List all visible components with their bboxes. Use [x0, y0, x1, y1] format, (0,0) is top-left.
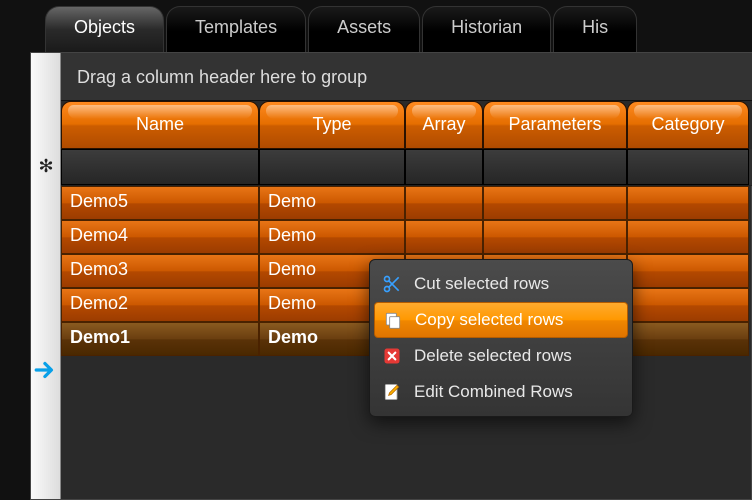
cell-type[interactable]: Demo [259, 220, 405, 254]
tab-label: Templates [195, 17, 277, 38]
cell-array[interactable] [405, 186, 483, 220]
cell-category[interactable] [627, 186, 749, 220]
menu-item-delete[interactable]: Delete selected rows [374, 338, 628, 374]
cell-name[interactable]: Demo1 [61, 322, 259, 356]
column-header-label: Category [651, 114, 724, 134]
tabstrip: Objects Templates Assets Historian His [45, 6, 637, 52]
column-header-parameters[interactable]: Parameters [483, 101, 627, 149]
cell-name[interactable]: Demo4 [61, 220, 259, 254]
new-row-placeholder[interactable] [61, 149, 752, 185]
copy-icon [383, 310, 403, 330]
row-header-gutter: ✻ [31, 53, 61, 499]
tab-label: His [582, 17, 608, 38]
tab-label: Objects [74, 17, 135, 38]
column-header-label: Array [422, 114, 465, 134]
cell-parameters[interactable] [483, 186, 627, 220]
cell-category[interactable] [627, 149, 749, 185]
column-header-category[interactable]: Category [627, 101, 749, 149]
tab-assets[interactable]: Assets [308, 6, 420, 52]
cell-category[interactable] [627, 254, 749, 288]
scissors-icon [382, 274, 402, 294]
table-row[interactable]: Demo5 Demo [61, 186, 752, 220]
column-header-name[interactable]: Name [61, 101, 259, 149]
cell-type[interactable]: Demo [259, 186, 405, 220]
current-row-arrow-icon [33, 353, 59, 387]
cell-category[interactable] [627, 288, 749, 322]
column-header-label: Parameters [508, 114, 601, 134]
column-header-label: Name [136, 114, 184, 134]
cell-name[interactable]: Demo2 [61, 288, 259, 322]
tab-history-truncated[interactable]: His [553, 6, 637, 52]
column-header-label: Type [312, 114, 351, 134]
cell-name[interactable]: Demo3 [61, 254, 259, 288]
app-window: Objects Templates Assets Historian His ✻… [0, 0, 752, 500]
menu-item-label: Edit Combined Rows [414, 382, 573, 402]
column-header-type[interactable]: Type [259, 101, 405, 149]
new-row-marker[interactable]: ✻ [33, 149, 59, 183]
menu-item-label: Copy selected rows [415, 310, 563, 330]
cell-category[interactable] [627, 220, 749, 254]
delete-icon [382, 346, 402, 366]
tab-templates[interactable]: Templates [166, 6, 306, 52]
tab-objects[interactable]: Objects [45, 6, 164, 52]
cell-category[interactable] [627, 322, 749, 356]
edit-icon [382, 382, 402, 402]
context-menu: Cut selected rows Copy selected rows Del… [369, 259, 633, 417]
menu-item-label: Cut selected rows [414, 274, 549, 294]
cell-array[interactable] [405, 220, 483, 254]
cell-name[interactable] [61, 149, 259, 185]
menu-item-copy[interactable]: Copy selected rows [374, 302, 628, 338]
menu-item-cut[interactable]: Cut selected rows [374, 266, 628, 302]
cell-parameters[interactable] [483, 149, 627, 185]
menu-item-label: Delete selected rows [414, 346, 572, 366]
cell-name[interactable]: Demo5 [61, 186, 259, 220]
group-drop-area[interactable]: Drag a column header here to group [61, 53, 752, 101]
cell-parameters[interactable] [483, 220, 627, 254]
column-headers: Name Type Array Parameters Category [61, 101, 752, 149]
group-hint-text: Drag a column header here to group [77, 67, 367, 87]
tab-label: Historian [451, 17, 522, 38]
tab-label: Assets [337, 17, 391, 38]
tab-historian[interactable]: Historian [422, 6, 551, 52]
cell-array[interactable] [405, 149, 483, 185]
menu-item-edit-combined[interactable]: Edit Combined Rows [374, 374, 628, 410]
table-row[interactable]: Demo4 Demo [61, 220, 752, 254]
cell-type[interactable] [259, 149, 405, 185]
column-header-array[interactable]: Array [405, 101, 483, 149]
